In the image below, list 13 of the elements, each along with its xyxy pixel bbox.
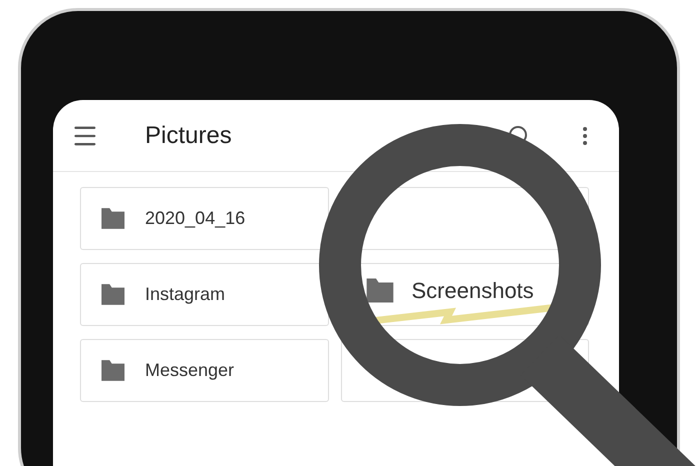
- folder-icon: [364, 277, 396, 304]
- folder-icon: [99, 359, 127, 382]
- app-title: Pictures: [145, 120, 232, 150]
- folder-card[interactable]: [340, 339, 589, 402]
- folder-icon: [99, 207, 127, 230]
- folder-name: Screenshots: [412, 278, 534, 304]
- folder-name: Instagram: [145, 283, 226, 306]
- folder-card[interactable]: Messenger: [80, 339, 328, 402]
- folder-card[interactable]: Instagram: [80, 263, 328, 326]
- folder-card[interactable]: 2020_04_16: [80, 187, 328, 250]
- folder-name: Messenger: [145, 359, 234, 382]
- folder-icon: [99, 283, 127, 306]
- folder-name: 2020_04_16: [145, 207, 246, 230]
